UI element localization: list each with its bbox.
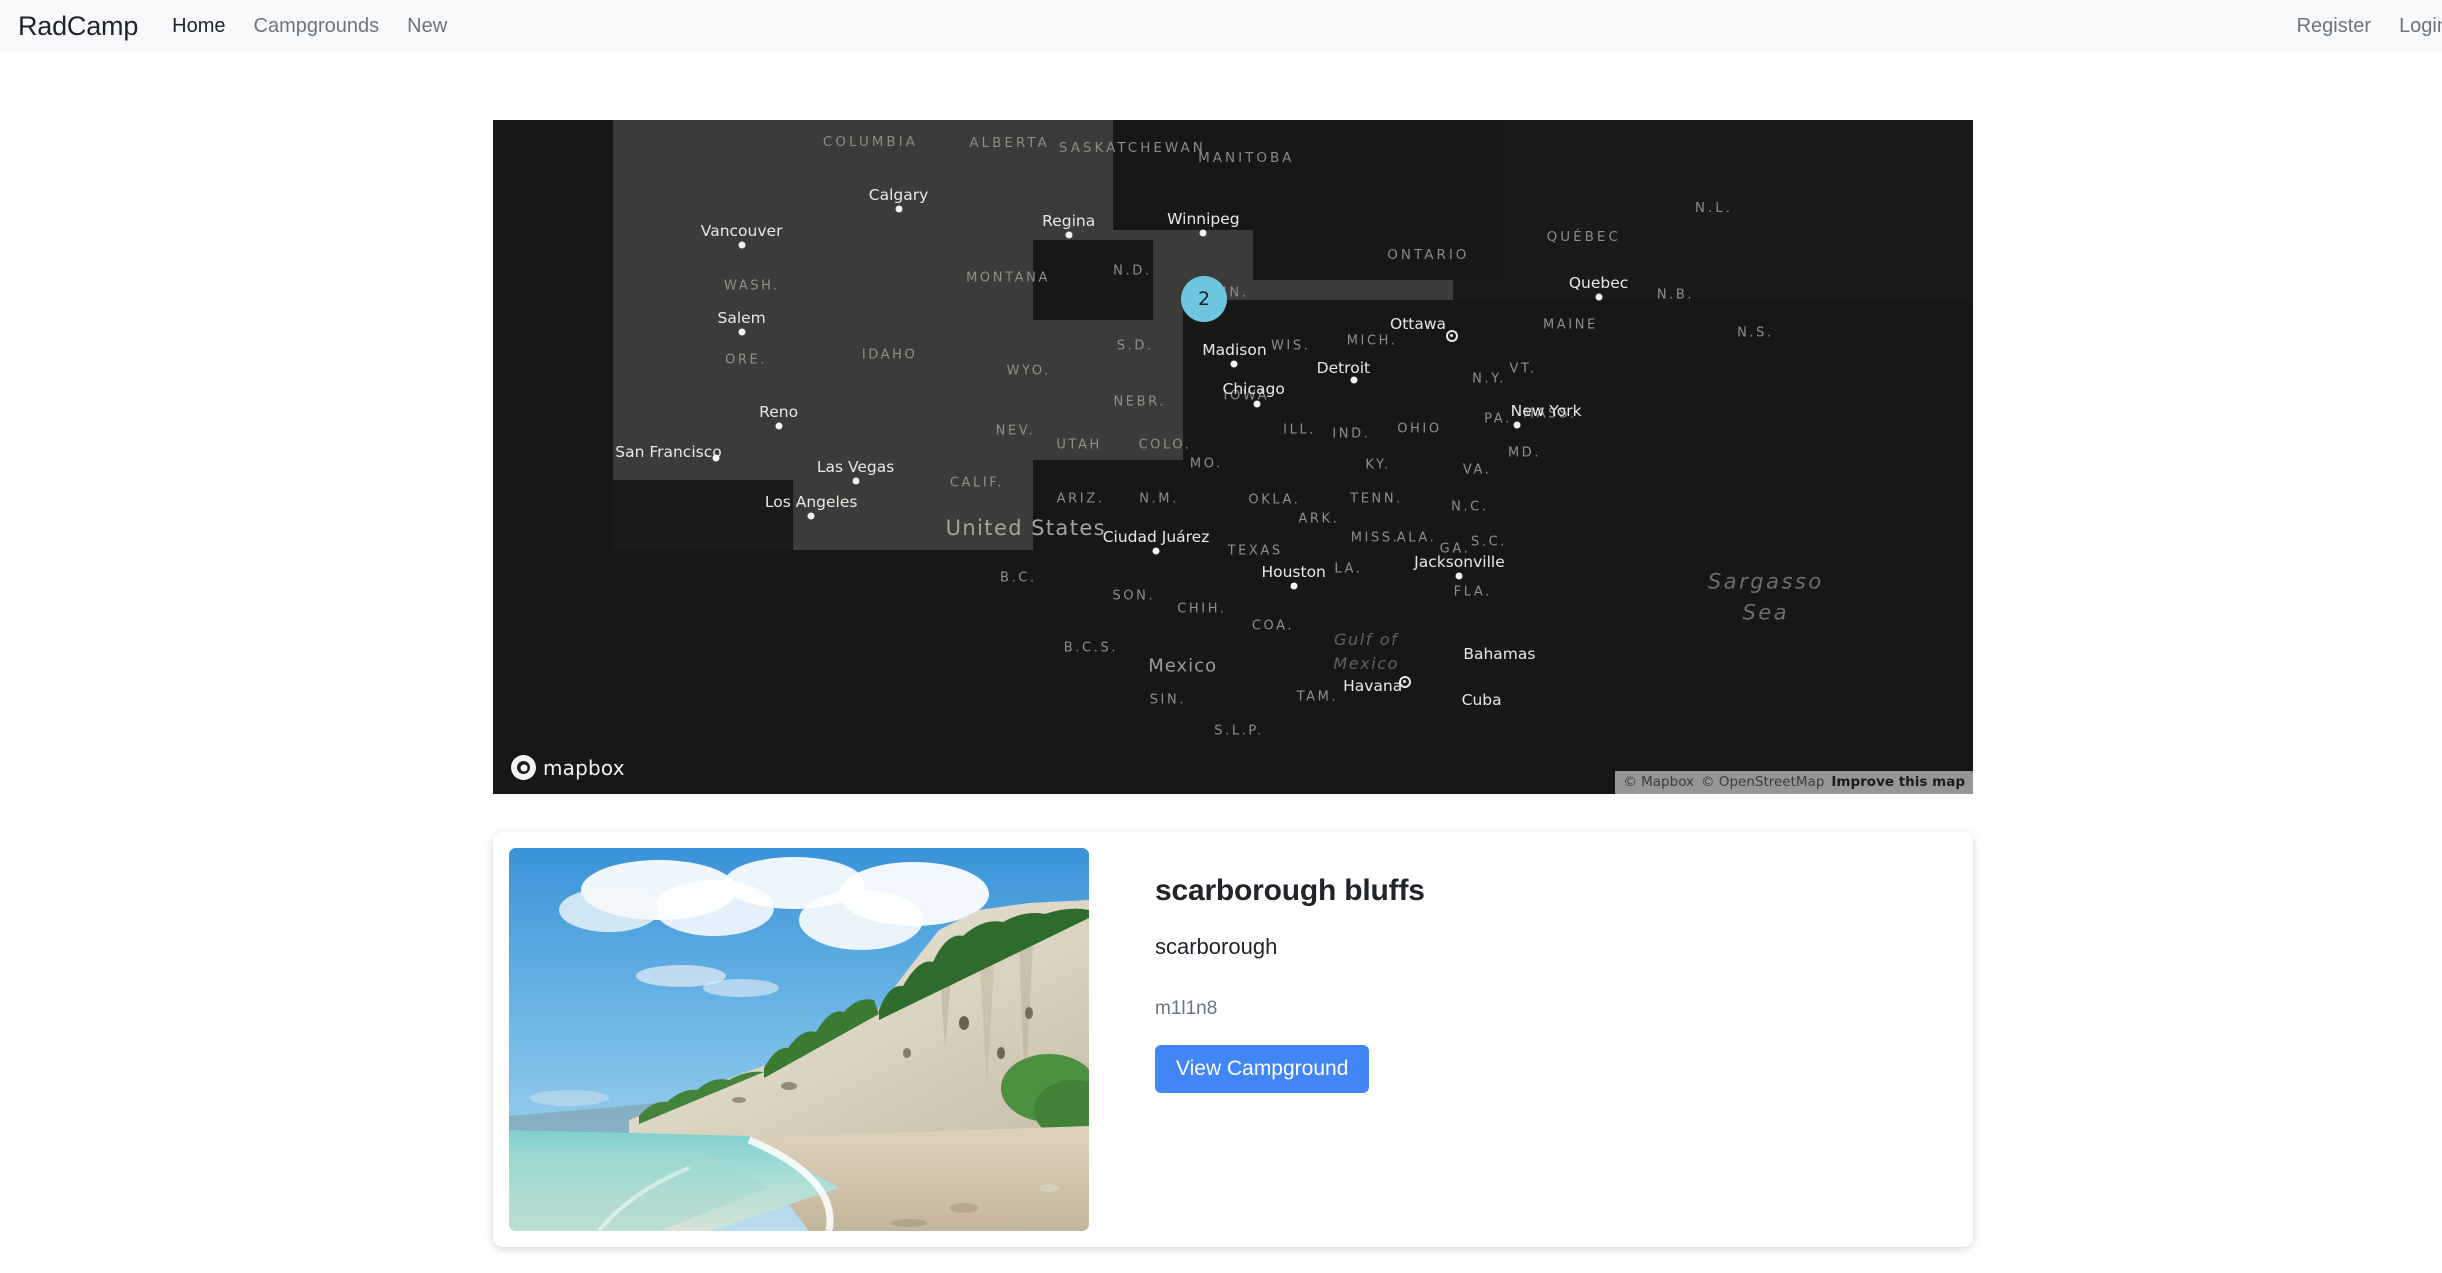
campground-postal-code: m1l1n8 bbox=[1155, 998, 1218, 1019]
attribution-improve-link[interactable]: Improve this map bbox=[1831, 774, 1965, 790]
map-water-atlantic bbox=[1183, 300, 1973, 794]
map-province-label: N.L. bbox=[1694, 199, 1734, 216]
campground-card[interactable]: scarborough bluffs scarborough m1l1n8 Vi… bbox=[493, 832, 1973, 1247]
cluster-map[interactable]: United States Mexico COLUMBIA ALBERTA SASKAT… bbox=[493, 120, 1973, 794]
map-city-dot bbox=[738, 241, 746, 249]
map-city-dot bbox=[807, 512, 815, 520]
nav-link-home[interactable]: Home bbox=[172, 15, 225, 38]
nav-link-register[interactable]: Register bbox=[2297, 15, 2371, 38]
campground-card-body: scarborough bluffs scarborough m1l1n8 Vi… bbox=[1089, 848, 1957, 1231]
cluster-marker[interactable]: 2 bbox=[1181, 276, 1227, 322]
brand-logo[interactable]: RadCamp bbox=[18, 11, 138, 42]
mapbox-logo[interactable]: mapbox bbox=[511, 755, 625, 780]
map-city-dot bbox=[1199, 229, 1207, 237]
scarborough-bluffs-photo bbox=[509, 848, 1089, 1231]
page-body: United States Mexico COLUMBIA ALBERTA SASKAT… bbox=[0, 52, 2442, 1273]
map-city-dot bbox=[1230, 360, 1238, 368]
map-capital-dot bbox=[1446, 329, 1459, 342]
map-water-labrador bbox=[1253, 120, 1503, 280]
campground-location: scarborough bbox=[1155, 934, 1278, 959]
map-city-dot bbox=[1253, 400, 1261, 408]
nav-auth-links: Register Login bbox=[2297, 15, 2442, 38]
map-city-dot bbox=[712, 454, 720, 462]
map-province-label: QUÉBEC bbox=[1546, 229, 1621, 246]
map-city-dot bbox=[1455, 572, 1463, 580]
map-city-dot bbox=[775, 422, 783, 430]
campground-title: scarborough bluffs bbox=[1155, 874, 1425, 907]
map-city-dot bbox=[738, 328, 746, 336]
map-city-dot bbox=[1065, 231, 1073, 239]
nav-link-campgrounds[interactable]: Campgrounds bbox=[254, 15, 380, 38]
campground-image bbox=[509, 848, 1089, 1231]
nav-link-new[interactable]: New bbox=[407, 15, 447, 38]
map-city-dot bbox=[1595, 293, 1603, 301]
map-city-dot bbox=[1152, 547, 1160, 555]
content-container: United States Mexico COLUMBIA ALBERTA SASKAT… bbox=[493, 120, 1973, 1273]
map-city-label: Quebec bbox=[1568, 273, 1629, 292]
map-water-hudson bbox=[1113, 120, 1253, 230]
map-water-gulf bbox=[1033, 460, 1203, 580]
map-city-dot bbox=[852, 477, 860, 485]
map-capital-dot bbox=[1398, 676, 1411, 689]
map-city-dot bbox=[1290, 582, 1298, 590]
map-city-dot bbox=[1350, 376, 1358, 384]
mapbox-mark-icon bbox=[511, 755, 536, 780]
attribution-osm-link[interactable]: © OpenStreetMap bbox=[1701, 774, 1824, 790]
nav-link-login[interactable]: Login bbox=[2399, 15, 2442, 38]
map-attribution: © Mapbox © OpenStreetMap Improve this ma… bbox=[1615, 771, 1973, 794]
map-city-dot bbox=[895, 205, 903, 213]
mapbox-wordmark: mapbox bbox=[543, 755, 625, 780]
map-city-dot bbox=[1513, 421, 1521, 429]
navbar: RadCamp Home Campgrounds New Register Lo… bbox=[0, 0, 2442, 52]
view-campground-button[interactable]: View Campground bbox=[1155, 1045, 1370, 1093]
nav-links: Home Campgrounds New bbox=[172, 15, 447, 38]
attribution-mapbox-link[interactable]: © Mapbox bbox=[1623, 774, 1694, 790]
map-water-great-lakes bbox=[1033, 240, 1153, 320]
